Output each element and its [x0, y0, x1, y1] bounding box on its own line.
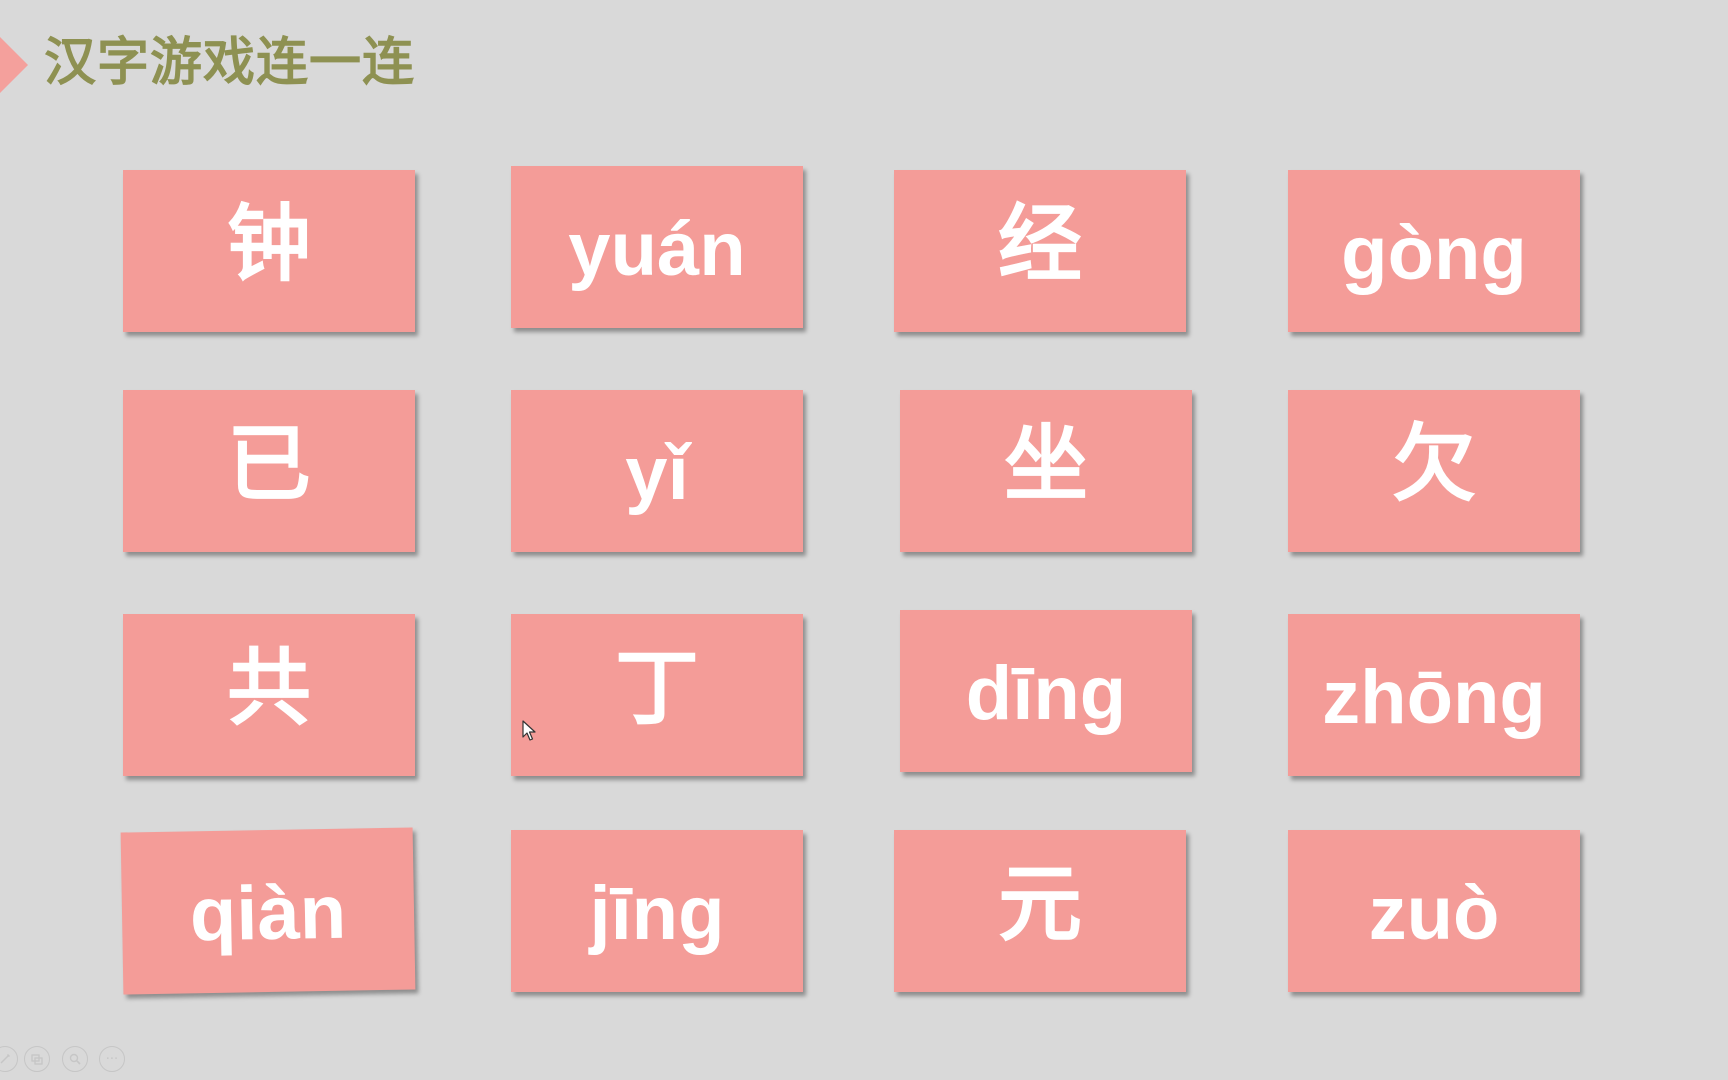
card-label: yǐ	[625, 431, 689, 516]
card-label: zhōng	[1322, 655, 1546, 740]
card-pinyin-gong[interactable]: gòng	[1288, 170, 1580, 332]
card-label: gòng	[1341, 211, 1527, 296]
card-label: 共	[226, 639, 311, 737]
card-pinyin-qian[interactable]: qiàn	[120, 827, 416, 995]
card-pinyin-zhong[interactable]: zhōng	[1288, 614, 1580, 776]
card-hanzi-gong[interactable]: 共	[123, 614, 415, 776]
card-pinyin-zuo[interactable]: zuò	[1288, 830, 1580, 992]
card-label: 钟	[226, 195, 311, 293]
mouse-pointer-icon	[522, 720, 536, 741]
card-pinyin-jing[interactable]: jīng	[511, 830, 803, 992]
more-label: ···	[105, 1051, 119, 1067]
card-label: zuò	[1368, 871, 1500, 956]
card-label: 经	[997, 195, 1082, 293]
slides-icon[interactable]	[24, 1046, 50, 1072]
title-arrow-icon	[0, 33, 28, 97]
pen-icon[interactable]	[0, 1046, 18, 1072]
card-pinyin-yuan[interactable]: yuán	[511, 166, 803, 328]
card-hanzi-zhong[interactable]: 钟	[123, 170, 415, 332]
card-hanzi-zuo[interactable]: 坐	[900, 390, 1192, 552]
zoom-icon[interactable]	[62, 1046, 88, 1072]
card-pinyin-yi[interactable]: yǐ	[511, 390, 803, 552]
card-label: qiàn	[189, 869, 347, 958]
card-label: 元	[997, 855, 1082, 953]
card-hanzi-yuan[interactable]: 元	[894, 830, 1186, 992]
card-label: 已	[226, 415, 311, 513]
card-label: 欠	[1391, 415, 1476, 513]
card-label: dīng	[965, 651, 1127, 736]
card-hanzi-yi[interactable]: 已	[123, 390, 415, 552]
card-hanzi-qian[interactable]: 欠	[1288, 390, 1580, 552]
card-label: 坐	[1003, 415, 1088, 513]
card-label: jīng	[589, 871, 725, 956]
slide-title: 汉字游戏连一连	[44, 33, 416, 93]
more-icon[interactable]: ···	[99, 1046, 125, 1072]
card-label: yuán	[568, 207, 746, 292]
card-hanzi-jing[interactable]: 经	[894, 170, 1186, 332]
card-label: 丁	[614, 639, 699, 737]
card-hanzi-ding[interactable]: 丁	[511, 614, 803, 776]
card-pinyin-ding[interactable]: dīng	[900, 610, 1192, 772]
